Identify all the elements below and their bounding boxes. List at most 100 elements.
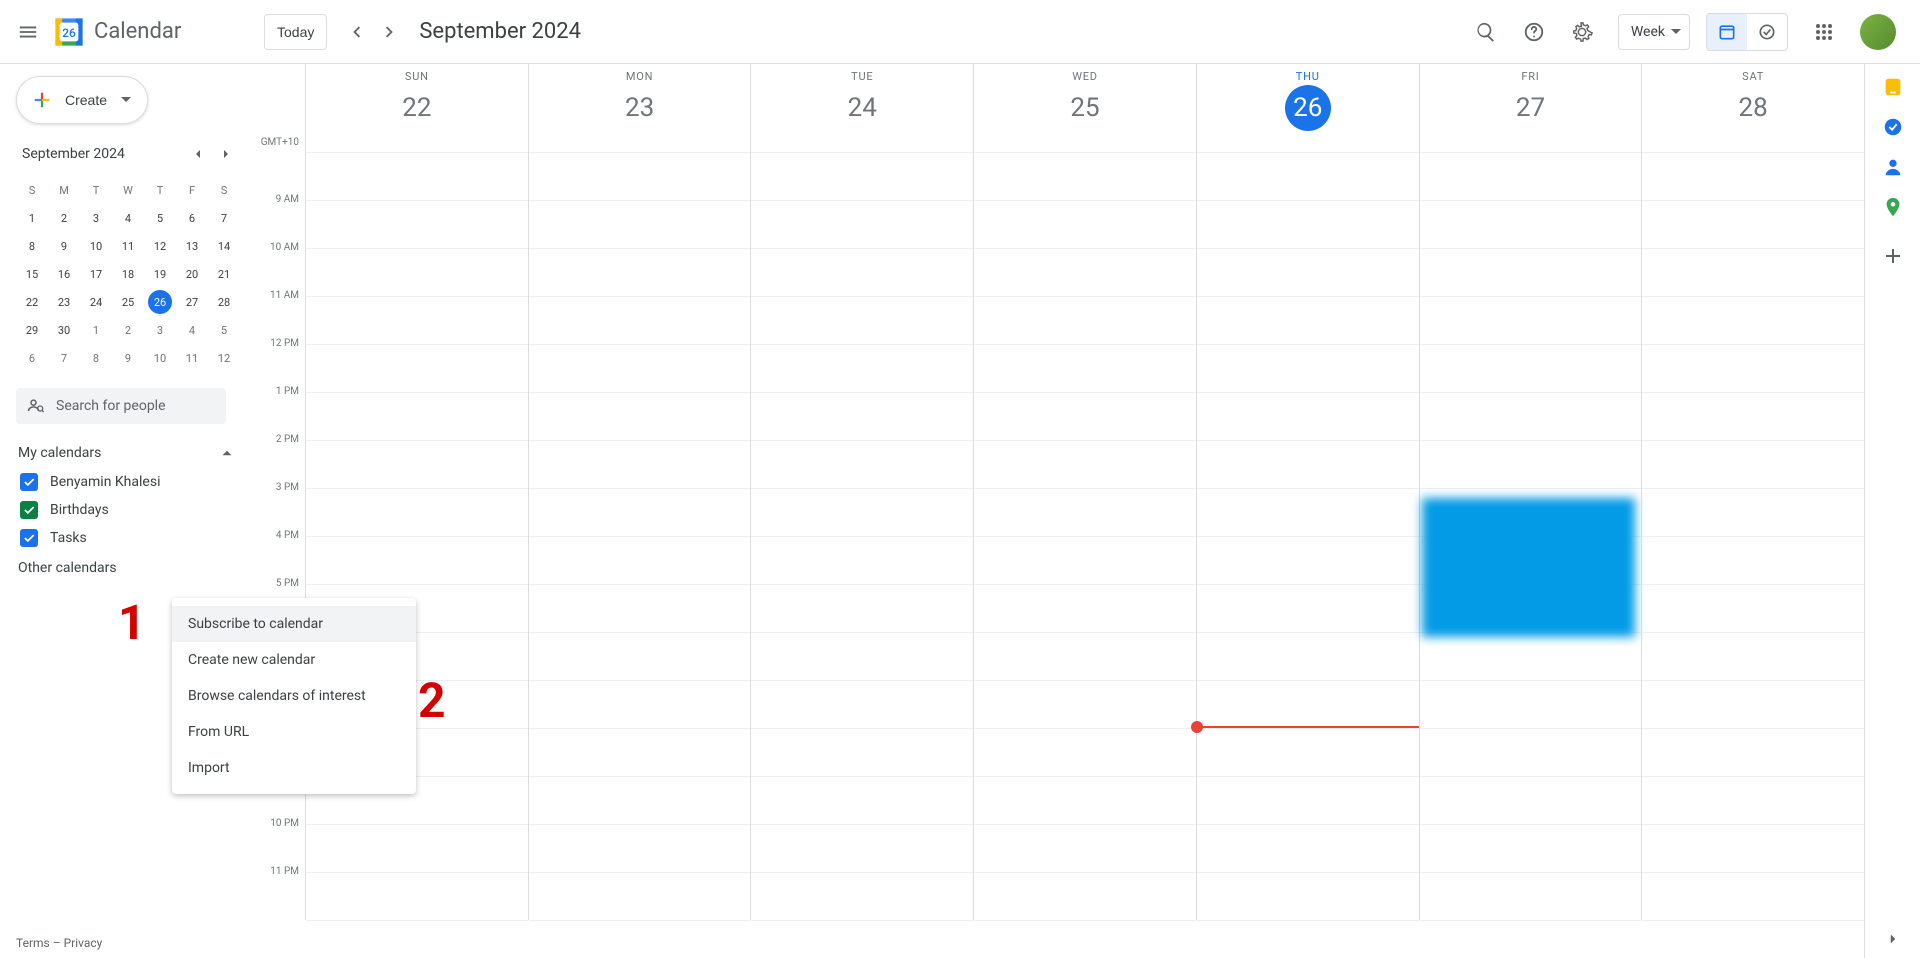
- day-column[interactable]: [1641, 152, 1864, 920]
- create-button[interactable]: Create: [16, 76, 148, 124]
- day-number[interactable]: 24: [839, 85, 885, 131]
- help-icon[interactable]: [1514, 12, 1554, 52]
- day-column[interactable]: [750, 152, 973, 920]
- ctx-menu-item[interactable]: Import: [172, 750, 416, 786]
- mini-day[interactable]: 29: [16, 316, 48, 344]
- day-number[interactable]: 23: [617, 85, 663, 131]
- calendar-item[interactable]: Birthdays: [16, 496, 240, 524]
- mini-day[interactable]: 21: [208, 260, 240, 288]
- mini-day[interactable]: 9: [112, 344, 144, 372]
- mini-day[interactable]: 1: [16, 204, 48, 232]
- mini-day[interactable]: 9: [48, 232, 80, 260]
- mini-day[interactable]: 13: [176, 232, 208, 260]
- main-menu-button[interactable]: [8, 12, 48, 52]
- tasks-icon[interactable]: [1882, 116, 1904, 138]
- view-switcher[interactable]: Week: [1618, 14, 1690, 50]
- contacts-icon[interactable]: [1882, 156, 1904, 178]
- account-avatar[interactable]: [1860, 14, 1896, 50]
- mini-day[interactable]: 19: [144, 260, 176, 288]
- add-addon-icon[interactable]: [1881, 244, 1905, 268]
- mini-day[interactable]: 12: [144, 232, 176, 260]
- privacy-link[interactable]: Privacy: [64, 936, 103, 950]
- mini-day[interactable]: 3: [144, 316, 176, 344]
- my-calendars-toggle[interactable]: My calendars: [16, 438, 240, 468]
- mini-day[interactable]: 4: [112, 204, 144, 232]
- search-people-input[interactable]: Search for people: [16, 388, 226, 424]
- mini-dow: M: [48, 176, 80, 204]
- ctx-menu-item[interactable]: Browse calendars of interest: [172, 678, 416, 714]
- mini-day[interactable]: 2: [48, 204, 80, 232]
- mini-day[interactable]: 25: [112, 288, 144, 316]
- search-icon[interactable]: [1466, 12, 1506, 52]
- mini-day[interactable]: 18: [112, 260, 144, 288]
- calendar-mode-toggle[interactable]: [1707, 14, 1747, 50]
- mini-dow: S: [16, 176, 48, 204]
- next-period-button[interactable]: [373, 15, 407, 49]
- settings-icon[interactable]: [1562, 12, 1602, 52]
- calendar-item[interactable]: Benyamin Khalesi: [16, 468, 240, 496]
- day-column[interactable]: [1419, 152, 1642, 920]
- mini-day[interactable]: 6: [16, 344, 48, 372]
- mini-day[interactable]: 4: [176, 316, 208, 344]
- mini-day[interactable]: 26: [144, 288, 176, 316]
- mini-day[interactable]: 7: [48, 344, 80, 372]
- mini-day[interactable]: 10: [144, 344, 176, 372]
- mini-day[interactable]: 6: [176, 204, 208, 232]
- terms-link[interactable]: Terms: [16, 936, 50, 950]
- mini-day[interactable]: 17: [80, 260, 112, 288]
- day-column[interactable]: [528, 152, 751, 920]
- mini-day[interactable]: 7: [208, 204, 240, 232]
- calendar-event[interactable]: [1422, 498, 1636, 637]
- mini-day[interactable]: 16: [48, 260, 80, 288]
- app-logo[interactable]: 26 Calendar: [52, 15, 181, 49]
- mini-day[interactable]: 30: [48, 316, 80, 344]
- mini-day[interactable]: 23: [48, 288, 80, 316]
- day-number[interactable]: 26: [1285, 85, 1331, 131]
- calendar-checkbox[interactable]: [20, 529, 38, 547]
- mini-day[interactable]: 20: [176, 260, 208, 288]
- prev-period-button[interactable]: [339, 15, 373, 49]
- mini-day[interactable]: 2: [112, 316, 144, 344]
- calendar-item[interactable]: Tasks: [16, 524, 240, 552]
- mini-day[interactable]: 27: [176, 288, 208, 316]
- ctx-menu-item[interactable]: Subscribe to calendar: [172, 606, 416, 642]
- mini-calendar-title[interactable]: September 2024: [22, 146, 184, 162]
- day-number[interactable]: 27: [1507, 85, 1553, 131]
- mini-next-month[interactable]: [212, 140, 240, 168]
- mini-day[interactable]: 5: [144, 204, 176, 232]
- day-number[interactable]: 22: [394, 85, 440, 131]
- mini-day[interactable]: 11: [176, 344, 208, 372]
- mini-day[interactable]: 10: [80, 232, 112, 260]
- day-number[interactable]: 25: [1062, 85, 1108, 131]
- mini-day[interactable]: 28: [208, 288, 240, 316]
- tasks-mode-toggle[interactable]: [1747, 14, 1787, 50]
- keep-icon[interactable]: [1882, 76, 1904, 98]
- calendar-checkbox[interactable]: [20, 473, 38, 491]
- mini-day[interactable]: 14: [208, 232, 240, 260]
- day-column[interactable]: [1196, 152, 1419, 920]
- mini-day[interactable]: 8: [80, 344, 112, 372]
- maps-icon[interactable]: [1882, 196, 1904, 218]
- day-column[interactable]: [306, 152, 528, 920]
- day-number[interactable]: 28: [1730, 85, 1776, 131]
- other-calendars-toggle[interactable]: Other calendars: [16, 552, 240, 580]
- mini-day[interactable]: 1: [80, 316, 112, 344]
- calendar-checkbox[interactable]: [20, 501, 38, 519]
- date-range-label[interactable]: September 2024: [419, 19, 581, 44]
- mini-day[interactable]: 12: [208, 344, 240, 372]
- ctx-menu-item[interactable]: Create new calendar: [172, 642, 416, 678]
- chevron-up-icon: [218, 444, 236, 462]
- day-column[interactable]: [973, 152, 1196, 920]
- mini-prev-month[interactable]: [184, 140, 212, 168]
- hide-side-panel-icon[interactable]: [1884, 930, 1902, 948]
- today-button[interactable]: Today: [264, 14, 327, 50]
- mini-day[interactable]: 8: [16, 232, 48, 260]
- google-apps-icon[interactable]: [1804, 12, 1844, 52]
- mini-day[interactable]: 15: [16, 260, 48, 288]
- mini-day[interactable]: 11: [112, 232, 144, 260]
- mini-day[interactable]: 22: [16, 288, 48, 316]
- mini-day[interactable]: 5: [208, 316, 240, 344]
- mini-day[interactable]: 24: [80, 288, 112, 316]
- ctx-menu-item[interactable]: From URL: [172, 714, 416, 750]
- mini-day[interactable]: 3: [80, 204, 112, 232]
